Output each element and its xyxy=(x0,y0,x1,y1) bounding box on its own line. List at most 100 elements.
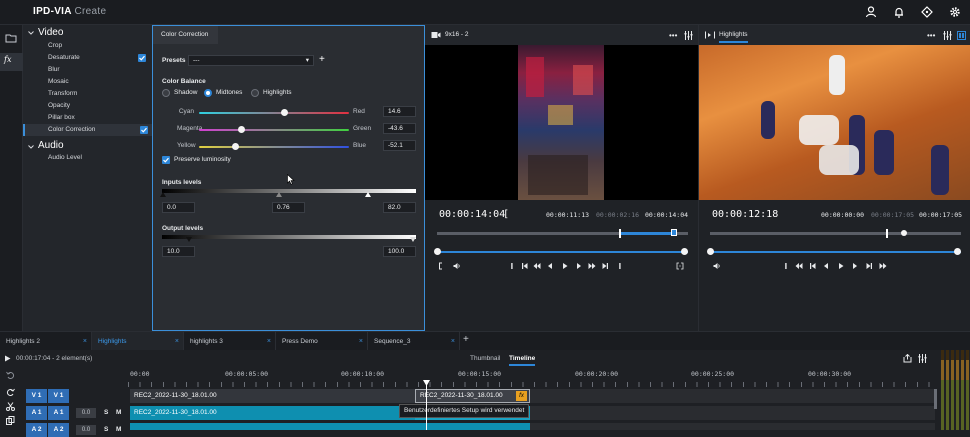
trim-bar[interactable] xyxy=(710,229,961,238)
inputs-white-field[interactable]: 82.0 xyxy=(383,202,416,213)
bell-icon[interactable] xyxy=(892,5,906,19)
playhead-handle[interactable] xyxy=(423,380,430,386)
play-icon[interactable] xyxy=(4,355,11,362)
inputs-black-handle[interactable] xyxy=(160,192,166,197)
tab-highlights-2[interactable]: Highlights 2 × xyxy=(0,332,92,351)
track-source-button[interactable]: A 2 xyxy=(26,423,47,437)
tree-audio-header[interactable]: Audio xyxy=(38,140,64,151)
rewind-icon[interactable] xyxy=(533,262,541,270)
inputs-gamma-handle[interactable] xyxy=(276,192,282,197)
tab-sequence_3[interactable]: Sequence_3 × xyxy=(368,332,460,351)
close-icon[interactable]: × xyxy=(83,332,87,351)
close-icon[interactable]: × xyxy=(451,332,455,351)
speaker-icon[interactable] xyxy=(713,262,721,270)
track-target-button[interactable]: A 2 xyxy=(48,423,69,437)
tab-thumbnail[interactable]: Thumbnail xyxy=(470,355,500,362)
sliders-icon[interactable] xyxy=(918,354,927,363)
solo-button[interactable]: S xyxy=(104,409,108,416)
tree-item-blur[interactable]: Blur xyxy=(23,64,152,76)
radio-shadow[interactable] xyxy=(162,89,170,97)
play-icon[interactable] xyxy=(837,262,845,270)
tree-item-pillar-box[interactable]: Pillar box xyxy=(23,112,152,124)
tree-item-crop[interactable]: Crop xyxy=(23,40,152,52)
color-slider-track[interactable] xyxy=(199,109,349,116)
more-icon[interactable]: ••• xyxy=(669,31,677,40)
play-icon[interactable] xyxy=(561,262,569,270)
slider-value-field[interactable]: -43.6 xyxy=(383,123,416,134)
output-black-field[interactable]: 10.0 xyxy=(162,246,195,257)
color-slider-knob[interactable] xyxy=(281,109,288,116)
a2-clip[interactable] xyxy=(130,423,530,430)
back-icon[interactable] xyxy=(822,262,830,270)
track-source-button[interactable]: A 1 xyxy=(26,406,47,420)
sliders-icon[interactable] xyxy=(684,31,693,40)
gear-icon[interactable] xyxy=(948,5,962,19)
user-icon[interactable] xyxy=(864,5,878,19)
tree-item-audio-level[interactable]: Audio Level xyxy=(48,152,82,164)
step-fwd-icon[interactable] xyxy=(865,262,873,270)
output-black-handle[interactable] xyxy=(186,237,192,242)
fwd-icon[interactable] xyxy=(851,262,859,270)
diamond-icon[interactable] xyxy=(920,5,934,19)
vertical-scrollbar[interactable] xyxy=(934,389,937,409)
undo-icon[interactable] xyxy=(6,371,15,380)
video-frame[interactable] xyxy=(699,45,970,200)
scissors-icon[interactable] xyxy=(6,402,15,411)
rewind-icon[interactable] xyxy=(795,262,803,270)
speaker-icon[interactable] xyxy=(453,262,461,270)
effect-enabled-checkbox[interactable] xyxy=(140,126,148,134)
more-icon[interactable]: ••• xyxy=(927,31,935,40)
tab-highlights-3[interactable]: highlights 3 × xyxy=(184,332,276,351)
add-preset-button[interactable]: + xyxy=(319,54,325,65)
sliders-icon[interactable] xyxy=(943,31,952,40)
tree-item-color-correction[interactable]: Color Correction xyxy=(23,124,152,136)
playhead-bar[interactable] xyxy=(707,248,961,255)
tab-press-demo[interactable]: Press Demo × xyxy=(276,332,368,351)
back-icon[interactable] xyxy=(546,262,554,270)
ffwd-icon[interactable] xyxy=(588,262,596,270)
track-target-button[interactable]: A 1 xyxy=(48,406,69,420)
inputs-black-field[interactable]: 0.0 xyxy=(162,202,195,213)
slider-value-field[interactable]: 14.6 xyxy=(383,106,416,117)
v1-clip-selected[interactable]: REC2_2022-11-30_18.01.00 fx xyxy=(415,389,530,403)
tree-item-desaturate[interactable]: Desaturate xyxy=(23,52,152,64)
ffwd-icon[interactable] xyxy=(879,262,887,270)
fwd-icon[interactable] xyxy=(575,262,583,270)
step-back-icon[interactable] xyxy=(521,262,529,270)
copy-icon[interactable] xyxy=(6,416,15,425)
tab-highlights[interactable]: Highlights × xyxy=(92,332,184,351)
v1-clip-before[interactable]: REC2_2022-11-30_18.01.00 xyxy=(130,389,415,403)
bar-icon[interactable] xyxy=(616,262,624,270)
track-level[interactable]: 0.0 xyxy=(76,425,96,435)
bar-icon[interactable] xyxy=(782,262,790,270)
tree-item-mosaic[interactable]: Mosaic xyxy=(23,76,152,88)
close-icon[interactable]: × xyxy=(359,332,363,351)
track-target-button[interactable]: V 1 xyxy=(48,389,69,403)
step-fwd-icon[interactable] xyxy=(601,262,609,270)
fx-icon[interactable]: fx xyxy=(0,53,23,71)
redo-icon[interactable] xyxy=(6,388,15,397)
tree-item-transform[interactable]: Transform xyxy=(23,88,152,100)
a1-clip-before[interactable]: REC2_2022-11-30_18.01.00 xyxy=(130,406,415,420)
bracket-icon[interactable] xyxy=(676,262,684,270)
track-level[interactable]: 0.0 xyxy=(76,408,96,418)
radio-midtones[interactable] xyxy=(204,89,212,97)
timeline-ruler[interactable]: 00:00 00:00:05:00 00:00:10:00 00:00:15:00 00… xyxy=(128,370,938,387)
slider-value-field[interactable]: -52.1 xyxy=(383,140,416,151)
output-white-field[interactable]: 100.0 xyxy=(383,246,416,257)
playhead-bar[interactable] xyxy=(434,248,688,255)
radio-highlights[interactable] xyxy=(251,89,259,97)
fx-badge[interactable]: fx xyxy=(516,391,527,401)
chevron-down-icon[interactable] xyxy=(27,143,35,151)
output-white-handle[interactable] xyxy=(410,237,416,242)
mark-in-icon[interactable] xyxy=(437,262,445,270)
close-icon[interactable]: × xyxy=(175,332,179,351)
add-tab-button[interactable]: + xyxy=(463,334,469,345)
inputs-gamma-field[interactable]: 0.76 xyxy=(272,202,305,213)
mute-button[interactable]: M xyxy=(116,409,121,416)
export-icon[interactable] xyxy=(903,354,912,363)
bar-icon[interactable] xyxy=(508,262,516,270)
chevron-down-icon[interactable] xyxy=(27,29,35,37)
timeline-playhead[interactable] xyxy=(426,382,427,430)
split-view-icon[interactable] xyxy=(957,31,966,40)
